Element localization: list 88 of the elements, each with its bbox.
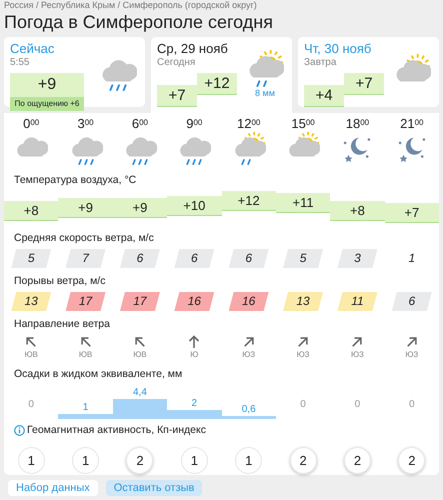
min-temperature: +4 bbox=[304, 85, 344, 107]
direction-label: ЮВ bbox=[24, 349, 38, 361]
direction-label: ЮЗ bbox=[242, 349, 256, 361]
direction-label: ЮЗ bbox=[296, 349, 310, 361]
direction-label: Ю bbox=[190, 349, 198, 361]
section-label: Порывы ветра, м/с bbox=[13, 274, 106, 289]
arrow-icon bbox=[24, 335, 38, 349]
day-title: Сейчас bbox=[10, 41, 56, 56]
direction-label: ЮВ bbox=[78, 349, 92, 361]
temperature-cell: +12 bbox=[222, 191, 276, 211]
min-temperature: +7 bbox=[157, 85, 197, 107]
direction-label: ЮЗ bbox=[405, 349, 418, 361]
info-icon[interactable] bbox=[14, 425, 25, 436]
direction-label: ЮЗ bbox=[350, 349, 364, 361]
wind-speed-value: 6 bbox=[174, 249, 214, 268]
wind-gust-value: 17 bbox=[120, 292, 160, 311]
page-title: Погода в Симферополе сегодня bbox=[3, 11, 274, 34]
hour-label: 6$^{00}$ bbox=[132, 117, 148, 131]
hour-label: 15$^{00}$ bbox=[291, 117, 315, 131]
precipitation-value: 0 bbox=[354, 399, 360, 411]
hour-label: 0$^{00}$ bbox=[23, 117, 40, 131]
precipitation-value: 4,4 bbox=[132, 387, 148, 399]
temperature-cell: +9 bbox=[58, 198, 113, 218]
arrow-icon bbox=[350, 335, 364, 349]
kp-index-value: 2 bbox=[290, 446, 317, 474]
section-label: Осадки в жидком эквиваленте, мм bbox=[13, 367, 182, 382]
day-subtitle: Сегодня bbox=[157, 56, 196, 69]
day-subtitle: 5:55 bbox=[10, 56, 30, 69]
arrow-icon bbox=[242, 335, 256, 349]
hour-label: 12$^{00}$ bbox=[237, 117, 260, 131]
wind-gust-value: 6 bbox=[392, 292, 432, 311]
arrow-icon bbox=[78, 335, 93, 349]
day-subtitle: Завтра bbox=[304, 56, 338, 69]
section-label: Геомагнитная активность, Кп-индекс bbox=[26, 423, 206, 438]
kp-index-value: 2 bbox=[344, 446, 371, 474]
current-temperature: +9 bbox=[36, 75, 58, 95]
wind-speed-value: 3 bbox=[337, 249, 378, 268]
wind-speed-value: 1 bbox=[407, 250, 416, 267]
temperature-cell: +7 bbox=[384, 203, 439, 223]
kp-index-value: 2 bbox=[126, 446, 154, 474]
arrow-icon bbox=[404, 335, 419, 349]
wind-gust-value: 13 bbox=[283, 292, 324, 311]
precipitation-value: 0 bbox=[28, 399, 34, 411]
temperature-cell: +9 bbox=[112, 198, 168, 218]
wind-gust-value: 11 bbox=[337, 292, 378, 311]
day-tab[interactable]: Ср, 29 нояб Сегодня +7 +12 8 мм bbox=[151, 37, 292, 113]
temperature-cell: +10 bbox=[167, 196, 222, 216]
temperature-cell: +8 bbox=[330, 200, 385, 221]
kp-index-value: 1 bbox=[180, 446, 208, 474]
arrow-icon bbox=[187, 335, 202, 349]
day-title: Чт, 30 нояб bbox=[304, 41, 372, 56]
section-label: Средняя скорость ветра, м/с bbox=[13, 231, 154, 246]
direction-label: ЮВ bbox=[133, 349, 147, 361]
section-label: Температура воздуха, °C bbox=[13, 173, 136, 188]
hour-label: 9$^{00}$ bbox=[186, 117, 202, 131]
hour-label: 21$^{00}$ bbox=[400, 117, 424, 131]
temperature-cell: +11 bbox=[276, 193, 330, 214]
day-tab[interactable]: Чт, 30 нояб Завтра +4 +7 bbox=[298, 37, 439, 107]
breadcrumb[interactable]: Россия / Республика Крым / Симферополь (городской округ) bbox=[0, 0, 443, 11]
precipitation-value: 1 bbox=[82, 402, 90, 414]
day-title: Ср, 29 нояб bbox=[157, 41, 229, 56]
max-temperature: +12 bbox=[197, 73, 237, 95]
precipitation-value: 2 bbox=[190, 398, 198, 410]
kp-index-value: 1 bbox=[18, 446, 45, 474]
wind-gust-value: 16 bbox=[228, 292, 269, 311]
hour-label: 3$^{00}$ bbox=[77, 117, 94, 131]
wind-speed-value: 6 bbox=[228, 249, 269, 268]
arrow-icon bbox=[132, 335, 147, 349]
temperature-cell: +8 bbox=[4, 200, 58, 221]
wind-gust-value: 17 bbox=[66, 292, 106, 311]
max-temperature: +7 bbox=[344, 73, 384, 95]
precipitation-value: 0 bbox=[409, 399, 415, 411]
precipitation-value: 0 bbox=[300, 399, 306, 411]
wind-gust-value: 13 bbox=[11, 292, 52, 311]
wind-speed-value: 5 bbox=[11, 249, 52, 268]
hour-label: 18$^{00}$ bbox=[346, 117, 370, 131]
kp-index-value: 1 bbox=[72, 446, 100, 474]
kp-index-value: 2 bbox=[398, 446, 426, 474]
wind-speed-value: 5 bbox=[283, 249, 324, 268]
feels-like-label: По ощущению +6 bbox=[10, 97, 84, 111]
wind-gust-value: 16 bbox=[174, 292, 214, 311]
precipitation-value: 0,6 bbox=[240, 404, 257, 416]
kp-index-value: 1 bbox=[235, 446, 262, 474]
precipitation-amount: 8 мм bbox=[255, 87, 275, 100]
arrow-icon bbox=[296, 335, 310, 349]
wind-speed-value: 7 bbox=[66, 249, 106, 268]
wind-speed-value: 6 bbox=[120, 249, 160, 268]
section-label: Направление ветра bbox=[13, 317, 110, 332]
